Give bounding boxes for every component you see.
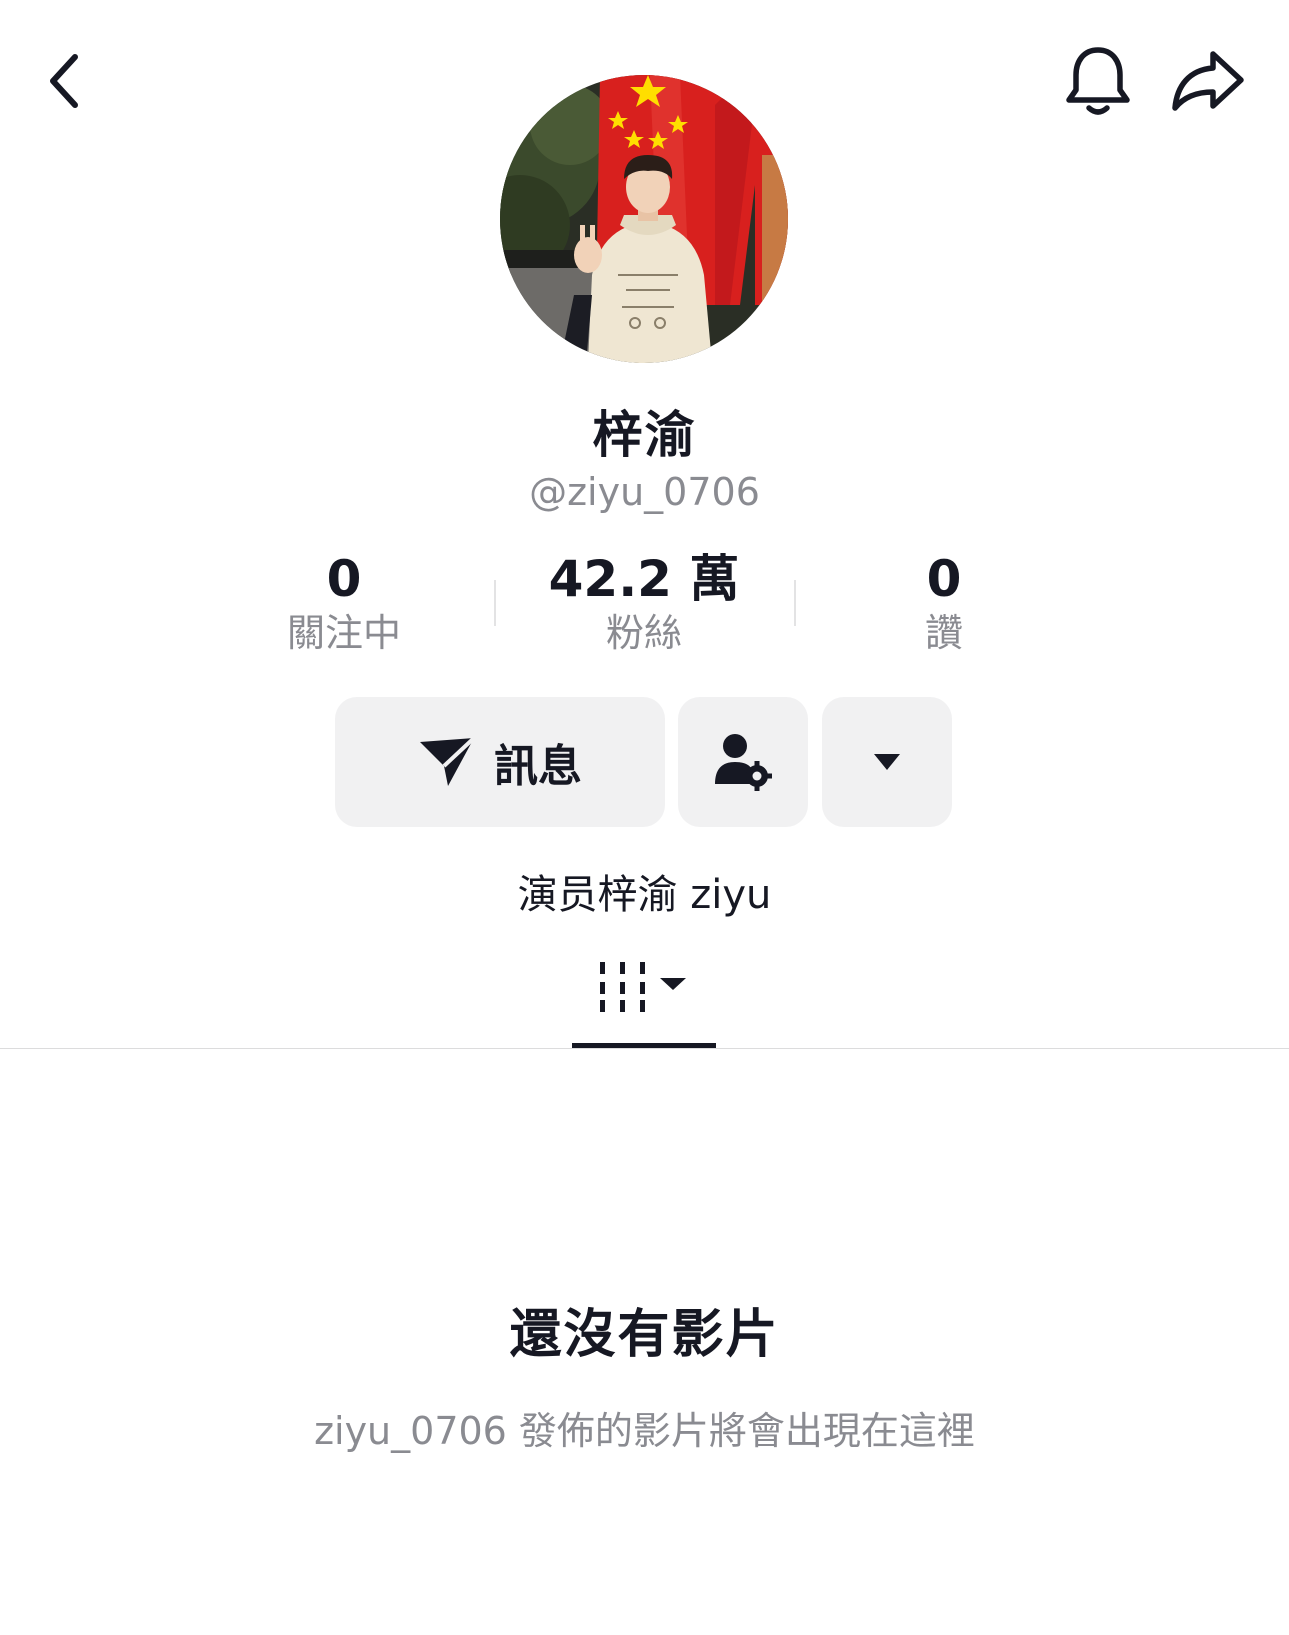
tab-videos[interactable]	[572, 958, 716, 1048]
tab-divider	[0, 1048, 1289, 1049]
back-button[interactable]	[40, 48, 90, 114]
stat-divider	[794, 580, 796, 626]
stat-followers[interactable]: 42.2 萬 粉絲	[524, 548, 764, 656]
more-button[interactable]	[822, 697, 952, 827]
friend-settings-button[interactable]	[678, 697, 808, 827]
profile-screen: 梓渝 @ziyu_0706 0 關注中 42.2 萬 粉絲 0 讚 訊息 演员梓…	[0, 0, 1289, 1635]
followers-count: 42.2 萬	[548, 550, 740, 608]
message-button[interactable]: 訊息	[335, 697, 665, 827]
username: @ziyu_0706	[529, 470, 760, 514]
share-arrow-icon	[1172, 51, 1244, 111]
profile-stats: 0 關注中 42.2 萬 粉絲 0 讚	[0, 548, 1289, 658]
share-button[interactable]	[1160, 40, 1256, 122]
caret-down-icon	[874, 754, 900, 770]
chevron-left-icon	[50, 54, 78, 108]
bio: 演员梓渝 ziyu	[517, 872, 772, 918]
display-name: 梓渝	[592, 406, 697, 464]
stat-likes[interactable]: 0 讚	[824, 548, 1064, 656]
following-label: 關注中	[286, 611, 401, 655]
avatar-photo	[500, 75, 788, 363]
empty-state-description: ziyu_0706 發佈的影片將會出現在這裡	[314, 1409, 975, 1453]
following-count: 0	[326, 550, 362, 608]
tab-caret-icon	[660, 978, 686, 990]
video-grid-icon	[600, 962, 686, 1012]
message-label: 訊息	[494, 741, 582, 792]
empty-state-title: 還沒有影片	[509, 1305, 780, 1365]
bell-icon	[1066, 47, 1130, 115]
stat-following[interactable]: 0 關注中	[224, 548, 464, 656]
user-settings-icon	[715, 734, 772, 791]
send-icon	[420, 736, 476, 786]
stat-divider	[494, 580, 496, 626]
likes-count: 0	[926, 550, 962, 608]
followers-label: 粉絲	[605, 611, 682, 655]
notification-button[interactable]	[1050, 40, 1146, 122]
avatar[interactable]	[500, 75, 788, 363]
likes-label: 讚	[924, 611, 963, 655]
